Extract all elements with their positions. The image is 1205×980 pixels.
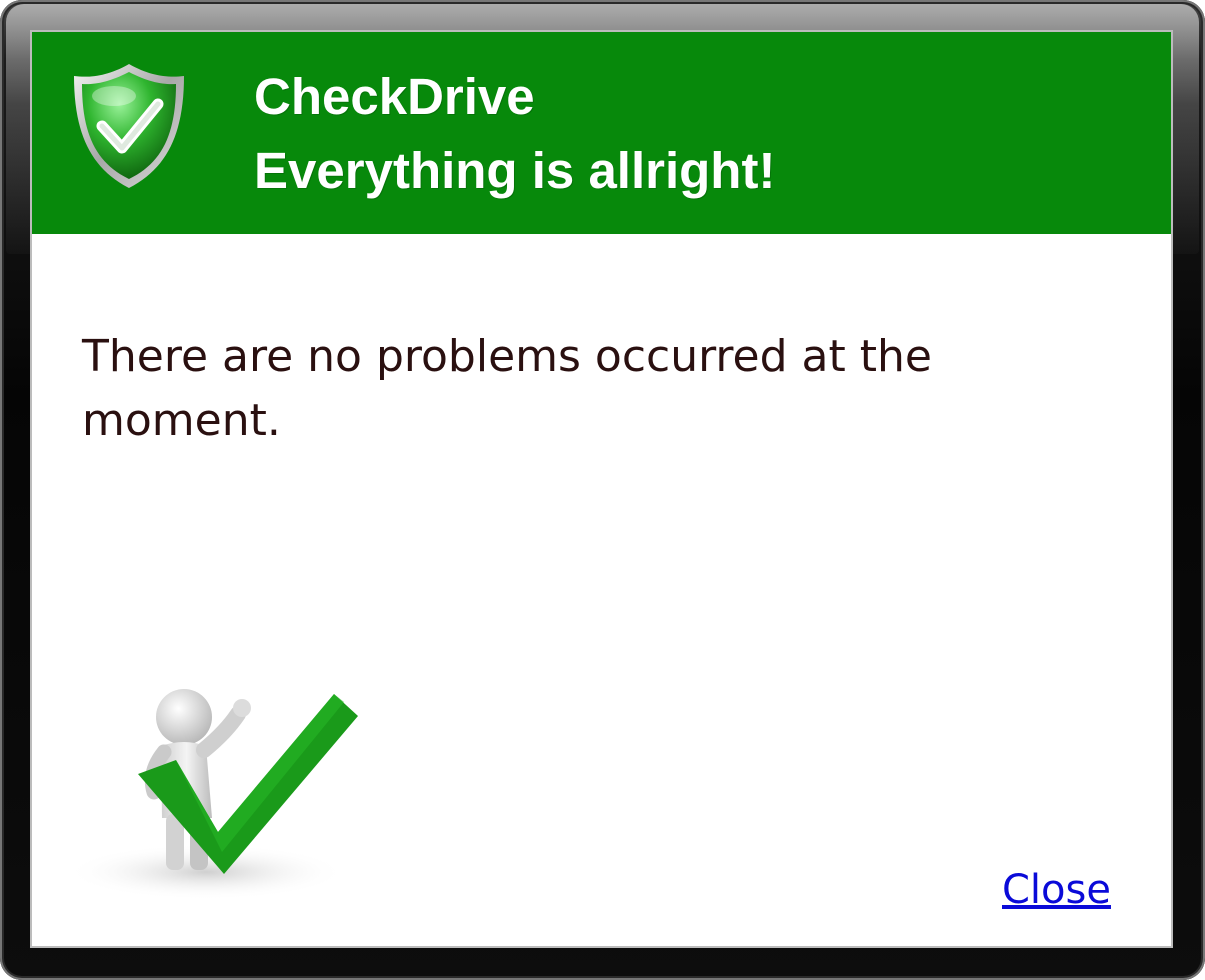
notification-window: CheckDrive Everything is allright! There… bbox=[30, 30, 1173, 948]
person-with-checkmark-illustration bbox=[66, 689, 358, 900]
shield-check-icon bbox=[74, 64, 184, 188]
app-title: CheckDrive bbox=[254, 68, 535, 125]
status-heading: Everything is allright! bbox=[254, 142, 776, 199]
close-link[interactable]: Close bbox=[1002, 862, 1111, 918]
status-message: There are no problems occurred at the mo… bbox=[82, 331, 932, 446]
header-banner: CheckDrive Everything is allright! bbox=[32, 32, 1171, 234]
